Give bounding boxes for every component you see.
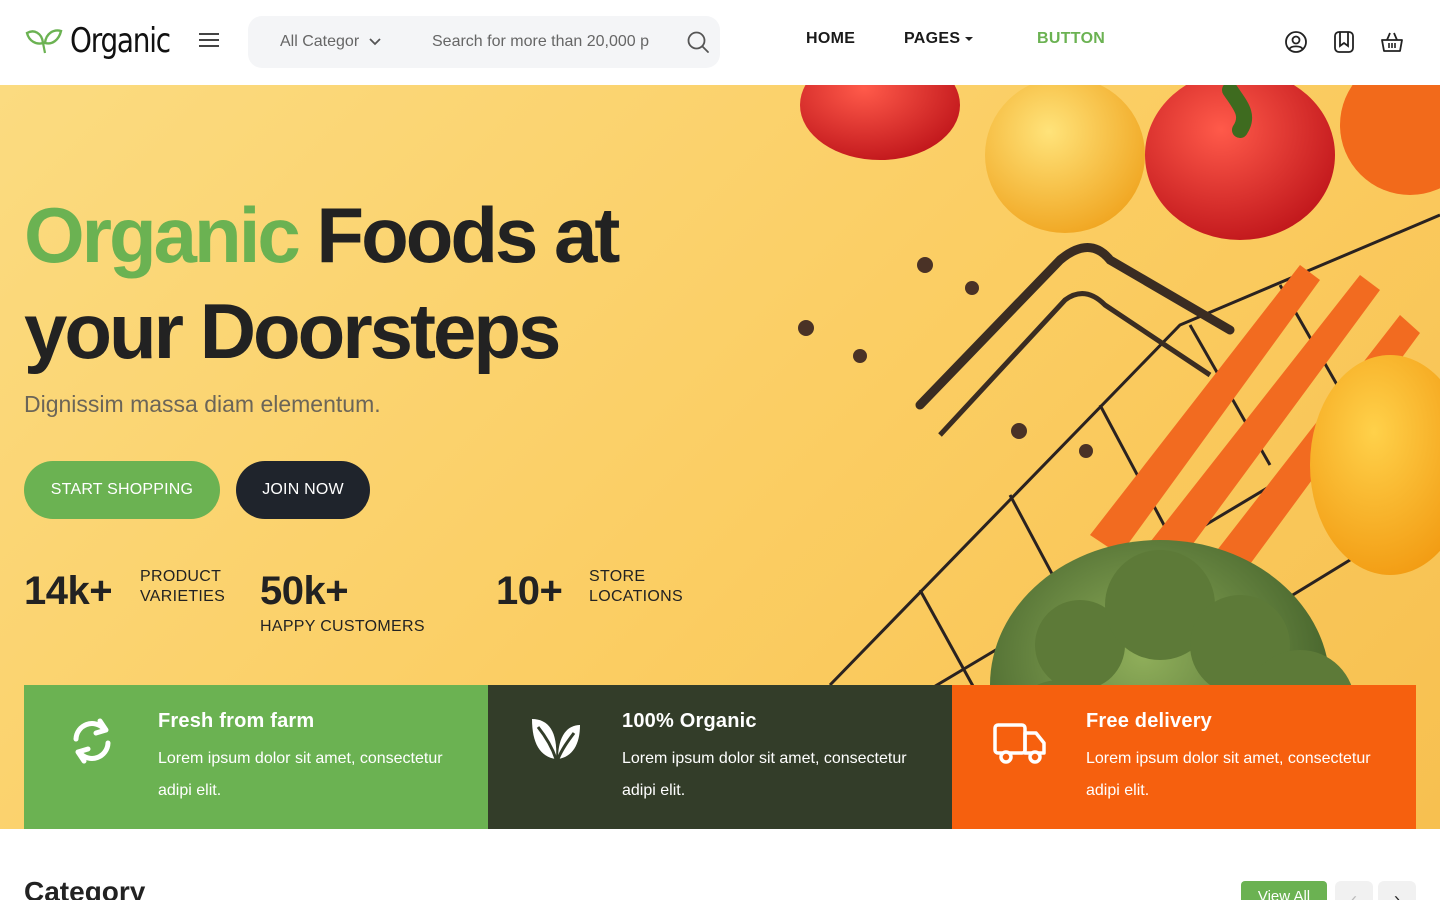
next-arrow-icon[interactable]: › [1378,881,1416,900]
feature-text: Lorem ipsum dolor sit amet, consectetur … [1086,750,1371,799]
logo-text: Organic [70,21,171,61]
hero-title-highlight: Organic [24,191,301,279]
search-icon[interactable] [686,30,710,54]
site-header: Organic All Categor HOME PAGES BUTTON [0,0,1440,85]
refresh-icon [73,718,111,764]
stat-customers-value: 50k+ [260,569,349,613]
stat-label-line: VARIETIES [140,588,226,605]
hero-title-text: Foods at [297,191,620,279]
start-shopping-button[interactable]: START SHOPPING [24,461,220,519]
hero-title-text: your [24,287,200,375]
feature-title: 100% Organic [622,710,757,732]
search-bar: All Categor [248,16,720,68]
leaf-icon [532,719,580,760]
category-select-value: All Categor [280,33,360,50]
hero-title-bold: Doorsteps [199,287,562,375]
category-section-title: Category [24,876,146,900]
basket-icon[interactable] [1380,30,1404,54]
stat-customers-label: HAPPY CUSTOMERS [260,618,425,635]
stat-label-line: LOCATIONS [589,588,683,605]
truck-icon [993,723,1046,764]
caret-down-icon [965,37,974,41]
category-select[interactable]: All Categor [248,33,408,51]
stat-label-line: STORE [589,568,646,585]
user-icon[interactable] [1284,30,1308,54]
hero-subtitle: Dignissim massa diam elementum. [24,391,381,417]
stat-product-value: 14k+ [24,569,113,613]
join-now-button[interactable]: JOIN NOW [236,461,370,519]
feature-free-delivery: Free delivery Lorem ipsum dolor sit amet… [952,685,1416,829]
feature-text: Lorem ipsum dolor sit amet, consectetur … [622,750,907,799]
feature-organic: 100% Organic Lorem ipsum dolor sit amet,… [488,685,952,829]
stat-product-label: PRODUCT VARIETIES [140,567,225,607]
search-input[interactable] [432,33,672,51]
stat-label-line: PRODUCT [140,568,222,585]
nav-home[interactable]: HOME [806,30,855,48]
feature-title: Fresh from farm [158,710,315,732]
feature-title: Free delivery [1086,710,1213,732]
hamburger-menu-icon[interactable] [197,29,221,53]
feature-fresh-from-farm: Fresh from farm Lorem ipsum dolor sit am… [24,685,488,829]
nav-pages[interactable]: PAGES [904,30,974,48]
chevron-down-icon [369,38,381,46]
nav-button[interactable]: BUTTON [1037,30,1105,48]
stat-stores-label: STORE LOCATIONS [589,567,683,607]
prev-arrow-icon[interactable]: ‹ [1335,881,1373,900]
leaf-logo-icon [25,29,63,54]
logo[interactable]: Organic [24,20,192,62]
view-all-button[interactable]: View All [1241,881,1327,900]
stat-stores-value: 10+ [496,569,563,613]
nav-pages-label: PAGES [904,30,961,47]
feature-text: Lorem ipsum dolor sit amet, consectetur … [158,750,443,799]
hero-title: Organic Foods at your Doorsteps [24,187,724,379]
bookmark-icon[interactable] [1332,30,1356,54]
